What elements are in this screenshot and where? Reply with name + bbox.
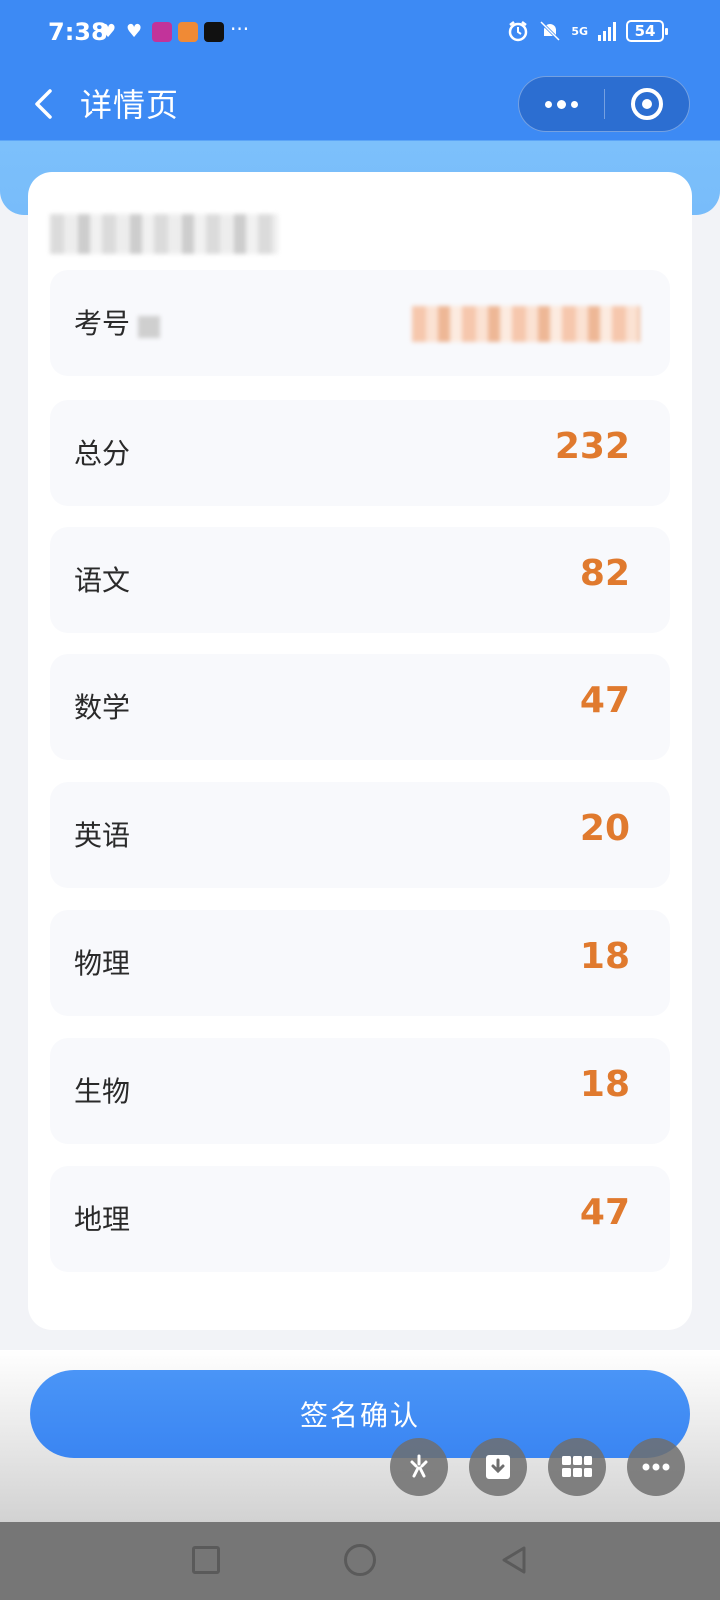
exam-number-label: 考号	[74, 307, 131, 340]
grid-icon	[562, 1456, 592, 1477]
score-value: 47	[579, 680, 630, 721]
score-row-total: 总分 232	[50, 400, 670, 506]
score-value: 82	[579, 553, 630, 594]
more-notifications-icon: ···	[230, 17, 250, 41]
download-icon	[486, 1455, 510, 1479]
score-row-biology: 生物 18	[50, 1038, 670, 1144]
score-value: 47	[579, 1192, 630, 1233]
redacted-exam-number	[412, 306, 640, 342]
mini-program-capsule	[518, 76, 690, 132]
exam-number-row: 考号	[50, 270, 670, 376]
score-label: 生物	[74, 1075, 131, 1108]
score-value: 20	[579, 808, 630, 849]
score-value: 18	[579, 936, 630, 977]
status-indicators: 5G 54	[507, 20, 668, 42]
system-navigation-bar	[0, 1522, 720, 1600]
grid-button[interactable]	[548, 1438, 606, 1496]
page-title: 详情页	[80, 86, 180, 124]
score-row-math: 数学 47	[50, 654, 670, 760]
score-row-english: 英语 20	[50, 782, 670, 888]
alarm-icon	[509, 21, 528, 42]
score-card: 考号 总分 232 语文 82 数学 47 英语 20 物理 18 生物 18	[28, 172, 692, 1330]
notification-icons: ♥ ♥ ···	[100, 17, 250, 42]
sparkle-button[interactable]	[390, 1438, 448, 1496]
sparkle-icon	[410, 1454, 428, 1478]
more-icon	[642, 1463, 670, 1471]
download-button[interactable]	[469, 1438, 527, 1496]
score-label: 数学	[74, 691, 131, 724]
status-time: 7:38	[48, 18, 108, 46]
score-label: 地理	[74, 1203, 131, 1236]
screen: 7:38 ♥ ♥ ··· 5G 54 详情页 考号 总分 232 语文 82 数…	[0, 0, 720, 1600]
recents-button[interactable]	[192, 1546, 220, 1574]
score-value: 18	[579, 1064, 630, 1105]
redacted-student-name	[50, 214, 278, 254]
score-label: 英语	[74, 819, 131, 852]
app-notification-icon	[152, 22, 172, 42]
more-dots-icon[interactable]	[519, 76, 604, 132]
system-back-button[interactable]	[498, 1544, 530, 1576]
score-label: 物理	[74, 947, 131, 980]
more-button[interactable]	[627, 1438, 685, 1496]
heart-icon: ♥	[126, 21, 143, 42]
battery-icon: 54	[626, 20, 668, 42]
status-bar: 7:38 ♥ ♥ ··· 5G 54	[0, 0, 720, 68]
video-app-icon	[178, 22, 198, 42]
mute-bell-icon	[540, 20, 561, 42]
score-row-geography: 地理 47	[50, 1166, 670, 1272]
home-button[interactable]	[344, 1544, 376, 1576]
score-row-physics: 物理 18	[50, 910, 670, 1016]
redacted-label-part	[138, 316, 160, 338]
tiktok-icon	[204, 22, 224, 42]
score-row-chinese: 语文 82	[50, 527, 670, 633]
score-label: 语文	[74, 564, 131, 597]
back-chevron-icon	[35, 89, 52, 119]
navigation-bar: 详情页	[0, 68, 720, 140]
signal-icon	[598, 21, 616, 41]
score-label: 总分	[74, 437, 131, 470]
score-value: 232	[554, 426, 630, 467]
close-target-icon[interactable]	[605, 76, 689, 132]
heart-icon: ♥	[100, 21, 117, 42]
back-button[interactable]	[24, 82, 68, 126]
network-type: 5G	[571, 24, 588, 38]
